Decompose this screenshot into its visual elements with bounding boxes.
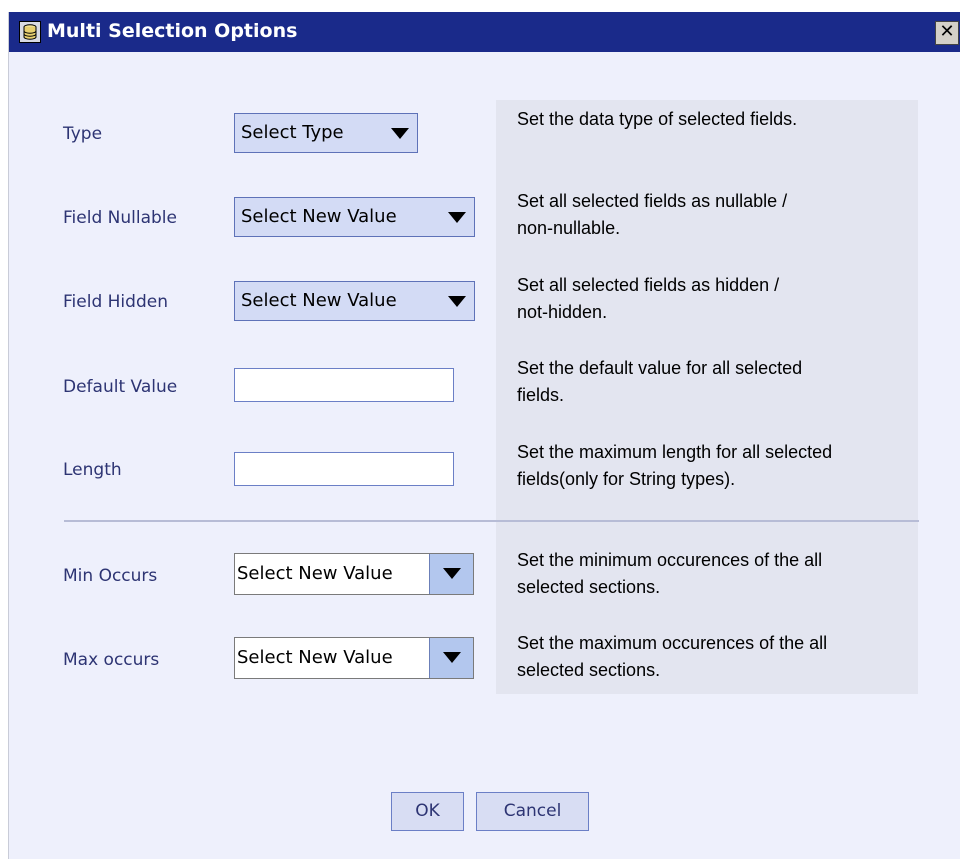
field-hidden-description-line2: not-hidden. [517, 302, 608, 322]
default-value-description-line2: fields. [517, 385, 565, 405]
database-icon [19, 21, 41, 43]
field-hidden-value: Select New Value [241, 290, 397, 311]
dialog-title: Multi Selection Options [47, 20, 298, 42]
dropdown-button[interactable] [429, 554, 473, 594]
chevron-down-icon [443, 652, 461, 663]
type-select-value: Select Type [241, 122, 344, 143]
min-occurs-description: Set the minimum occurences of the all se… [517, 547, 917, 601]
cancel-button[interactable]: Cancel [476, 792, 589, 831]
min-occurs-description-line2: selected sections. [517, 577, 661, 597]
type-description: Set the data type of selected fields. [517, 106, 917, 133]
default-value-description: Set the default value for all selected f… [517, 355, 917, 409]
max-occurs-description: Set the maximum occurences of the all se… [517, 630, 917, 684]
length-label: Length [63, 460, 122, 480]
min-occurs-label: Min Occurs [63, 566, 158, 586]
title-bar[interactable]: Multi Selection Options ✕ [9, 12, 960, 52]
close-icon: ✕ [939, 21, 955, 42]
field-nullable-select[interactable]: Select New Value [234, 197, 475, 237]
max-occurs-description-line2: selected sections. [517, 660, 661, 680]
max-occurs-value: Select New Value [237, 647, 393, 668]
min-occurs-select[interactable]: Select New Value [234, 553, 474, 595]
chevron-down-icon [448, 296, 466, 307]
multi-selection-dialog: Multi Selection Options ✕ Type Select Ty… [8, 12, 960, 859]
field-hidden-description-line1: Set all selected fields as hidden / [517, 275, 780, 295]
default-value-description-line1: Set the default value for all selected [517, 358, 803, 378]
field-nullable-description-line1: Set all selected fields as nullable / [517, 191, 788, 211]
length-description-line2: fields(only for String types). [517, 469, 736, 489]
field-hidden-description: Set all selected fields as hidden / not-… [517, 272, 917, 326]
length-description: Set the maximum length for all selected … [517, 439, 917, 493]
type-label: Type [63, 124, 103, 144]
chevron-down-icon [448, 212, 466, 223]
max-occurs-label: Max occurs [63, 650, 160, 670]
default-value-label: Default Value [63, 377, 178, 397]
chevron-down-icon [391, 128, 409, 139]
field-nullable-description-line2: non-nullable. [517, 218, 621, 238]
dropdown-button[interactable] [429, 638, 473, 678]
section-divider [64, 520, 919, 522]
max-occurs-description-line1: Set the maximum occurences of the all [517, 633, 828, 653]
close-button[interactable]: ✕ [935, 21, 959, 45]
type-select[interactable]: Select Type [234, 113, 418, 153]
chevron-down-icon [443, 568, 461, 579]
field-nullable-label: Field Nullable [63, 208, 177, 228]
field-hidden-label: Field Hidden [63, 292, 168, 312]
field-nullable-description: Set all selected fields as nullable / no… [517, 188, 917, 242]
length-input[interactable] [234, 452, 454, 486]
min-occurs-description-line1: Set the minimum occurences of the all [517, 550, 823, 570]
field-nullable-value: Select New Value [241, 206, 397, 227]
type-description-text: Set the data type of selected fields. [517, 109, 798, 129]
min-occurs-value: Select New Value [237, 563, 393, 584]
ok-button[interactable]: OK [391, 792, 464, 831]
default-value-input[interactable] [234, 368, 454, 402]
field-hidden-select[interactable]: Select New Value [234, 281, 475, 321]
length-description-line1: Set the maximum length for all selected [517, 442, 833, 462]
max-occurs-select[interactable]: Select New Value [234, 637, 474, 679]
